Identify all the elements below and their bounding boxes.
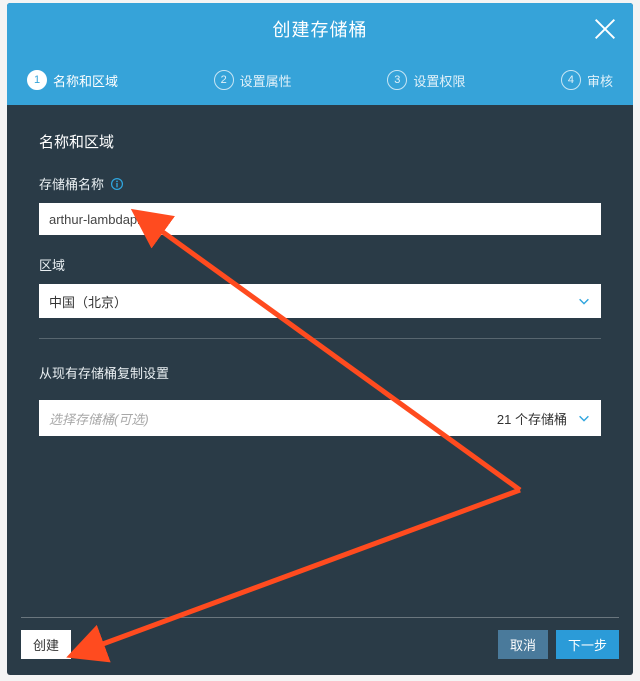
step-label: 设置权限 <box>413 71 465 90</box>
bucket-name-label: 存储桶名称 <box>39 174 104 193</box>
region-label-row: 区域 <box>39 255 601 274</box>
wizard-steps: 1 名称和区域 2 设置属性 3 设置权限 4 审核 <box>7 55 633 105</box>
step-label: 设置属性 <box>240 71 292 90</box>
step-label: 审核 <box>587 71 613 90</box>
step-number: 4 <box>561 70 581 90</box>
bucket-name-input[interactable] <box>39 203 601 235</box>
section-title: 名称和区域 <box>39 131 601 152</box>
copy-from-label: 从现有存储桶复制设置 <box>39 363 601 382</box>
chevron-down-icon <box>577 411 591 425</box>
region-select[interactable]: 中国（北京） <box>39 284 601 318</box>
step-label: 名称和区域 <box>53 71 118 90</box>
modal-header: 创建存储桶 <box>7 3 633 55</box>
create-button[interactable]: 创建 <box>21 630 71 659</box>
modal-title: 创建存储桶 <box>273 16 368 42</box>
step-number: 1 <box>27 70 47 90</box>
step-number: 2 <box>214 70 234 90</box>
step-review[interactable]: 4 审核 <box>561 70 613 90</box>
modal-footer: 创建 取消 下一步 <box>7 605 633 675</box>
divider <box>39 338 601 339</box>
cancel-button[interactable]: 取消 <box>498 630 548 659</box>
info-icon[interactable] <box>110 177 124 191</box>
chevron-down-icon <box>577 294 591 308</box>
step-permissions[interactable]: 3 设置权限 <box>387 70 465 90</box>
modal-body: 名称和区域 存储桶名称 区域 中国（北京） 从现有存储桶复制设置 选择存 <box>7 105 633 436</box>
footer-divider <box>21 617 619 618</box>
region-label: 区域 <box>39 255 65 274</box>
step-name-region[interactable]: 1 名称和区域 <box>27 70 118 90</box>
step-number: 3 <box>387 70 407 90</box>
close-icon[interactable] <box>591 15 619 43</box>
copy-from-count: 21 个存储桶 <box>497 409 567 428</box>
region-value: 中国（北京） <box>49 292 127 311</box>
copy-from-placeholder: 选择存储桶(可选) <box>49 409 149 428</box>
bucket-name-label-row: 存储桶名称 <box>39 174 601 193</box>
step-properties[interactable]: 2 设置属性 <box>214 70 292 90</box>
copy-from-select[interactable]: 选择存储桶(可选) 21 个存储桶 <box>39 400 601 436</box>
modal-panel: 创建存储桶 1 名称和区域 2 设置属性 3 设置权限 4 审核 <box>7 3 633 675</box>
next-button[interactable]: 下一步 <box>556 630 619 659</box>
